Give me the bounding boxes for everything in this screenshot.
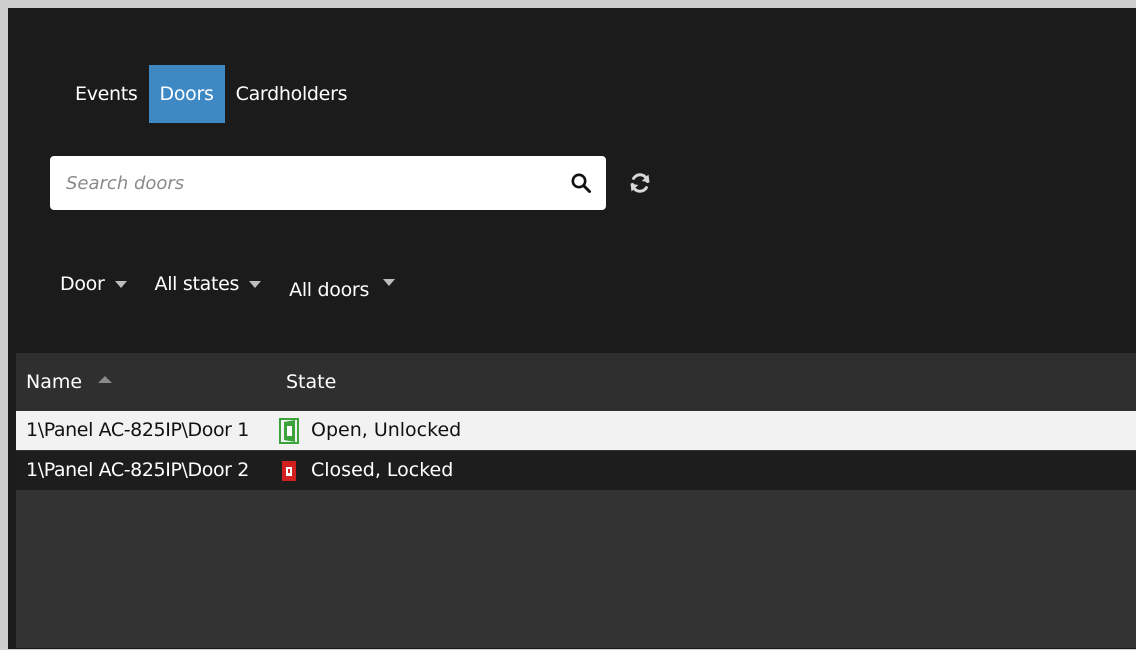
filter-doors-label: All doors <box>289 279 370 301</box>
filter-type-dropdown[interactable]: Door <box>60 273 127 295</box>
table-header: Name State <box>16 353 1136 411</box>
table-row[interactable]: 1\Panel AC-825IP\Door 1 Open, Unlocked <box>16 411 1136 450</box>
filter-doors-dropdown[interactable]: All doors <box>289 278 396 301</box>
search-input[interactable] <box>66 156 546 210</box>
column-header-name-label: Name <box>26 371 83 393</box>
tab-events[interactable]: Events <box>64 65 149 123</box>
search-box <box>50 156 606 210</box>
door-closed-icon <box>282 460 296 481</box>
door-state-cell: Closed, Locked <box>279 451 453 490</box>
tab-cardholders[interactable]: Cardholders <box>225 65 359 123</box>
sort-ascending-icon <box>98 375 113 383</box>
filter-bar: Door All states All doors <box>60 264 423 304</box>
tab-doors[interactable]: Doors <box>148 65 225 123</box>
chevron-down-icon <box>383 278 396 286</box>
column-header-state[interactable]: State <box>286 353 336 411</box>
door-state-label: Closed, Locked <box>311 459 454 481</box>
search-icon[interactable] <box>570 172 592 194</box>
door-list: 1\Panel AC-825IP\Door 1 Open, Unlocked 1… <box>16 411 1136 648</box>
chevron-down-icon <box>249 280 262 288</box>
filter-state-dropdown[interactable]: All states <box>155 273 262 295</box>
app-frame: Events Doors Cardholders Door All states <box>0 0 1136 650</box>
table-row[interactable]: 1\Panel AC-825IP\Door 2 Closed, Locked <box>16 451 1136 490</box>
column-header-name[interactable]: Name <box>26 353 113 411</box>
door-name-cell: 1\Panel AC-825IP\Door 1 <box>26 419 249 441</box>
door-open-icon <box>279 417 299 444</box>
filter-type-label: Door <box>60 273 105 295</box>
refresh-icon[interactable] <box>628 171 652 195</box>
filter-state-label: All states <box>154 273 240 295</box>
door-state-cell: Open, Unlocked <box>279 411 461 450</box>
door-state-label: Open, Unlocked <box>311 419 462 441</box>
door-name-cell: 1\Panel AC-825IP\Door 2 <box>26 459 249 481</box>
tab-bar: Events Doors Cardholders <box>64 65 358 123</box>
doors-panel: Events Doors Cardholders Door All states <box>16 16 1136 648</box>
chevron-down-icon <box>114 280 127 288</box>
